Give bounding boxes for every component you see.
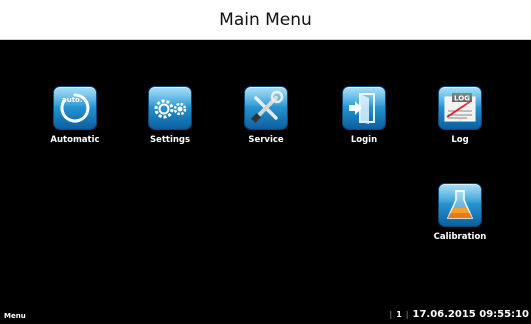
- menu-button-calibration[interactable]: Calibration: [420, 184, 500, 252]
- menu-button-automatic[interactable]: auto. Automatic: [35, 87, 115, 155]
- log-icon-text: LOG: [454, 95, 470, 103]
- menu-label-automatic: Automatic: [50, 135, 100, 145]
- menu-button-settings[interactable]: Settings: [130, 87, 210, 155]
- auto-dial-text: auto.: [62, 96, 83, 104]
- status-separator-2: |: [405, 310, 409, 319]
- menu-label-login: Login: [350, 135, 378, 145]
- flask-icon: [439, 184, 481, 226]
- status-page-number: 1: [396, 310, 402, 319]
- page-title-bar: Main Menu: [0, 0, 531, 40]
- menu-button-service[interactable]: Service: [226, 87, 306, 155]
- menu-label-log: Log: [451, 135, 469, 145]
- status-screen-name: Menu: [4, 312, 26, 320]
- status-separator-1: |: [389, 310, 393, 319]
- status-datetime: 17.06.2015 09:55:10: [412, 309, 530, 320]
- status-bar-right: | 1 | 17.06.2015 09:55:10: [390, 309, 529, 320]
- door-login-icon: [343, 87, 385, 129]
- page-title: Main Menu: [219, 9, 312, 30]
- hmi-screen: Main Menu auto. Automatic Settings Servi…: [0, 0, 531, 324]
- gears-icon: [149, 87, 191, 129]
- menu-label-service: Service: [248, 135, 284, 145]
- tools-icon: [245, 87, 287, 129]
- menu-label-settings: Settings: [149, 135, 191, 145]
- auto-dial-icon: auto.: [54, 87, 96, 129]
- log-book-icon: LOG: [439, 87, 481, 129]
- menu-button-log[interactable]: LOG Log: [420, 87, 500, 155]
- menu-label-calibration: Calibration: [433, 232, 487, 242]
- menu-button-login[interactable]: Login: [324, 87, 404, 155]
